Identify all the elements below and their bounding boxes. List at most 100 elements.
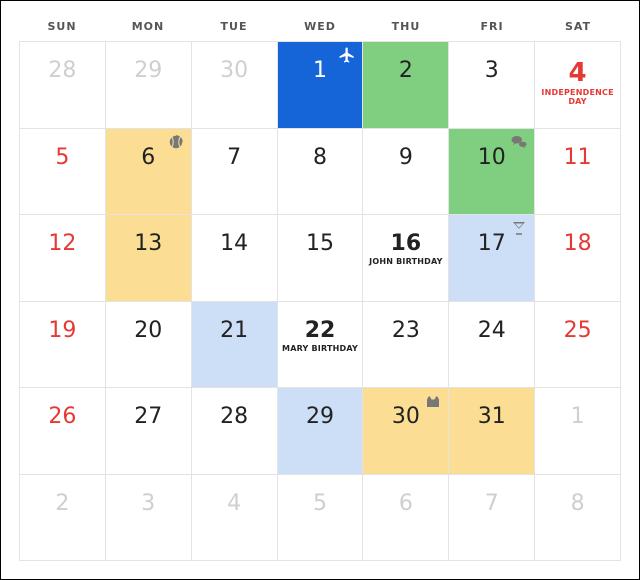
day-cell-4[interactable]: 4INDEPENDENCE DAY bbox=[534, 42, 621, 128]
day-number: 31 bbox=[478, 406, 506, 428]
day-cell-12[interactable]: 12 bbox=[19, 215, 105, 301]
day-number: 18 bbox=[564, 233, 592, 255]
day-cell-2[interactable]: 2 bbox=[19, 475, 105, 561]
day-number: 2 bbox=[399, 60, 413, 82]
day-number: 17 bbox=[478, 233, 506, 255]
day-cell-22[interactable]: 22 MARY BIRTHDAY bbox=[277, 302, 363, 388]
day-header: THU bbox=[363, 11, 449, 41]
cocktail-icon bbox=[510, 219, 528, 237]
day-number: 29 bbox=[134, 60, 162, 82]
day-number: 24 bbox=[478, 320, 506, 342]
airplane-icon bbox=[338, 46, 356, 64]
day-header: SUN bbox=[19, 11, 105, 41]
day-cell-18[interactable]: 18 bbox=[534, 215, 621, 301]
box-icon bbox=[424, 392, 442, 410]
day-header: WED bbox=[277, 11, 363, 41]
week-row: 5 6 7 8 9 1011 bbox=[19, 128, 621, 215]
day-number: 3 bbox=[485, 60, 499, 82]
day-cell-6[interactable]: 6 bbox=[105, 129, 191, 215]
day-number: 29 bbox=[306, 406, 334, 428]
day-header: SAT bbox=[535, 11, 621, 41]
day-cell-26[interactable]: 26 bbox=[19, 388, 105, 474]
day-number: 2 bbox=[55, 493, 69, 515]
day-number: 1 bbox=[571, 406, 585, 428]
day-cell-8[interactable]: 8 bbox=[534, 475, 621, 561]
day-number: 22 bbox=[305, 320, 336, 342]
day-number: 23 bbox=[392, 320, 420, 342]
day-cell-30[interactable]: 30 bbox=[191, 42, 277, 128]
chat-icon bbox=[510, 133, 528, 151]
day-cell-27[interactable]: 27 bbox=[105, 388, 191, 474]
day-cell-19[interactable]: 19 bbox=[19, 302, 105, 388]
day-cell-3[interactable]: 3 bbox=[448, 42, 534, 128]
day-headers-row: SUNMONTUEWEDTHUFRISAT bbox=[19, 11, 621, 41]
day-cell-14[interactable]: 14 bbox=[191, 215, 277, 301]
day-number: 28 bbox=[220, 406, 248, 428]
day-number: 20 bbox=[134, 320, 162, 342]
day-number: 30 bbox=[220, 60, 248, 82]
day-cell-25[interactable]: 25 bbox=[534, 302, 621, 388]
day-cell-11[interactable]: 11 bbox=[534, 129, 621, 215]
day-number: 4 bbox=[227, 493, 241, 515]
day-number: 19 bbox=[48, 320, 76, 342]
day-number: 15 bbox=[306, 233, 334, 255]
day-cell-15[interactable]: 15 bbox=[277, 215, 363, 301]
day-cell-17[interactable]: 17 bbox=[448, 215, 534, 301]
calendar: SUNMONTUEWEDTHUFRISAT 2829301234INDEPEND… bbox=[0, 0, 640, 580]
day-cell-31[interactable]: 31 bbox=[448, 388, 534, 474]
day-cell-29[interactable]: 29 bbox=[105, 42, 191, 128]
day-cell-4[interactable]: 4 bbox=[191, 475, 277, 561]
day-cell-1[interactable]: 1 bbox=[534, 388, 621, 474]
day-number: 8 bbox=[571, 493, 585, 515]
day-cell-1[interactable]: 1 bbox=[277, 42, 363, 128]
day-cell-28[interactable]: 28 bbox=[191, 388, 277, 474]
day-cell-5[interactable]: 5 bbox=[19, 129, 105, 215]
day-number: 13 bbox=[134, 233, 162, 255]
day-number: 7 bbox=[485, 493, 499, 515]
day-number: 25 bbox=[564, 320, 592, 342]
week-row: 2 3 4 5 6 7 8 bbox=[19, 474, 621, 562]
day-cell-6[interactable]: 6 bbox=[362, 475, 448, 561]
week-row: 28 29 30 1 2 3 4INDEPENDENCE DAY bbox=[19, 41, 621, 128]
day-subtext: JOHN BIRTHDAY bbox=[366, 258, 445, 267]
ball-icon bbox=[167, 133, 185, 151]
day-cell-5[interactable]: 5 bbox=[277, 475, 363, 561]
day-header: FRI bbox=[449, 11, 535, 41]
day-number: 28 bbox=[48, 60, 76, 82]
day-cell-30[interactable]: 30 bbox=[362, 388, 448, 474]
day-number: 7 bbox=[227, 147, 241, 169]
day-cell-9[interactable]: 9 bbox=[362, 129, 448, 215]
day-number: 27 bbox=[134, 406, 162, 428]
day-cell-23[interactable]: 23 bbox=[362, 302, 448, 388]
week-row: 26 27 28 29 30 31 1 bbox=[19, 387, 621, 474]
day-number: 30 bbox=[392, 406, 420, 428]
day-cell-2[interactable]: 2 bbox=[362, 42, 448, 128]
calendar-grid: 2829301234INDEPENDENCE DAY56789101112131… bbox=[19, 41, 621, 561]
day-number: 9 bbox=[399, 147, 413, 169]
day-cell-21[interactable]: 21 bbox=[191, 302, 277, 388]
day-number: 21 bbox=[220, 320, 248, 342]
day-cell-29[interactable]: 29 bbox=[277, 388, 363, 474]
day-number: 1 bbox=[313, 60, 327, 82]
day-cell-20[interactable]: 20 bbox=[105, 302, 191, 388]
day-subtext: MARY BIRTHDAY bbox=[279, 345, 361, 354]
day-number: 6 bbox=[141, 147, 155, 169]
day-number: 3 bbox=[141, 493, 155, 515]
day-number: 26 bbox=[48, 406, 76, 428]
day-cell-7[interactable]: 7 bbox=[448, 475, 534, 561]
day-cell-13[interactable]: 13 bbox=[105, 215, 191, 301]
day-subtext: INDEPENDENCE DAY bbox=[535, 89, 620, 107]
day-cell-7[interactable]: 7 bbox=[191, 129, 277, 215]
day-number: 14 bbox=[220, 233, 248, 255]
day-cell-24[interactable]: 24 bbox=[448, 302, 534, 388]
day-number: 16 bbox=[391, 233, 422, 255]
day-cell-3[interactable]: 3 bbox=[105, 475, 191, 561]
day-number: 5 bbox=[313, 493, 327, 515]
day-number: 6 bbox=[399, 493, 413, 515]
day-cell-10[interactable]: 10 bbox=[448, 129, 534, 215]
day-number: 8 bbox=[313, 147, 327, 169]
day-cell-28[interactable]: 28 bbox=[19, 42, 105, 128]
day-number: 5 bbox=[55, 147, 69, 169]
day-cell-16[interactable]: 16 JOHN BIRTHDAY bbox=[362, 215, 448, 301]
day-cell-8[interactable]: 8 bbox=[277, 129, 363, 215]
